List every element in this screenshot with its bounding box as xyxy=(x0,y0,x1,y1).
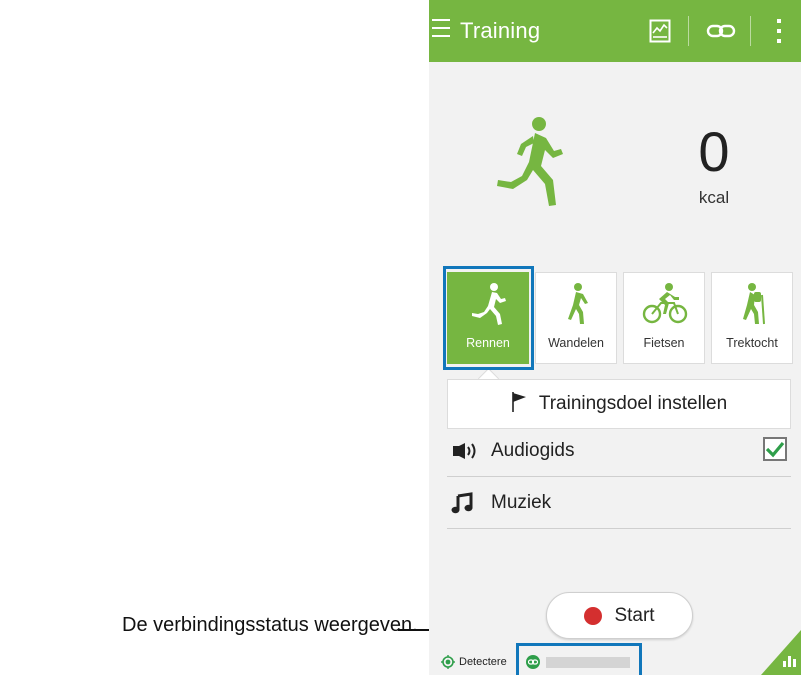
action-bar: Training xyxy=(429,0,801,62)
menu-icon[interactable] xyxy=(432,19,450,41)
activity-tile-rennen[interactable]: Rennen xyxy=(447,272,529,364)
runner-icon xyxy=(491,114,567,214)
kcal-value: 0 xyxy=(698,120,730,183)
phone-screen: Training 0 kcal Rennen Wandelen Fietsen … xyxy=(429,0,801,675)
audio-guide-checkbox[interactable] xyxy=(763,437,787,461)
music-label: Muziek xyxy=(491,491,552,513)
separator xyxy=(688,16,689,46)
gps-label: Detectere xyxy=(459,656,507,668)
set-goal-button[interactable]: Trainingsdoel instellen xyxy=(447,379,791,429)
link-icon xyxy=(526,655,540,669)
separator xyxy=(750,16,751,46)
kcal-unit: kcal xyxy=(698,188,730,207)
gps-status: Detectere xyxy=(441,655,507,669)
activity-label: Rennen xyxy=(466,336,510,350)
music-note-icon xyxy=(447,491,491,514)
callout-text: De verbindingsstatus weergeven. xyxy=(122,614,418,636)
gps-icon xyxy=(441,655,455,669)
activity-label: Wandelen xyxy=(548,336,604,350)
activity-tile-wandelen[interactable]: Wandelen xyxy=(535,272,617,364)
goal-label: Trainingsdoel instellen xyxy=(538,393,728,414)
runner-icon xyxy=(469,281,509,325)
status-bar: Detectere xyxy=(429,647,801,675)
activity-label: Trektocht xyxy=(726,336,778,350)
walker-icon xyxy=(557,281,597,325)
start-button[interactable]: Start xyxy=(546,592,693,639)
activity-label: Fietsen xyxy=(643,336,685,350)
page-title: Training xyxy=(460,18,541,43)
connection-status[interactable] xyxy=(526,655,630,669)
activity-tile-fietsen[interactable]: Fietsen xyxy=(623,272,705,364)
audio-guide-row[interactable]: Audiogids xyxy=(447,425,791,477)
cyclist-icon xyxy=(641,281,689,325)
overflow-menu-icon[interactable] xyxy=(769,14,789,48)
music-row[interactable]: Muziek xyxy=(447,477,791,529)
start-label: Start xyxy=(614,604,655,626)
chart-icon[interactable] xyxy=(647,14,673,48)
activity-tile-trektocht[interactable]: Trektocht xyxy=(711,272,793,364)
speaker-icon xyxy=(447,441,491,461)
hiker-icon xyxy=(733,281,773,325)
activity-selector: Rennen Wandelen Fietsen Trektocht xyxy=(447,272,793,364)
bar-chart-icon xyxy=(782,652,798,673)
flag-icon xyxy=(511,391,527,418)
record-icon xyxy=(584,606,603,625)
connection-device-name-blurred xyxy=(546,656,630,668)
link-icon[interactable] xyxy=(705,14,737,48)
audio-guide-label: Audiogids xyxy=(491,439,575,461)
